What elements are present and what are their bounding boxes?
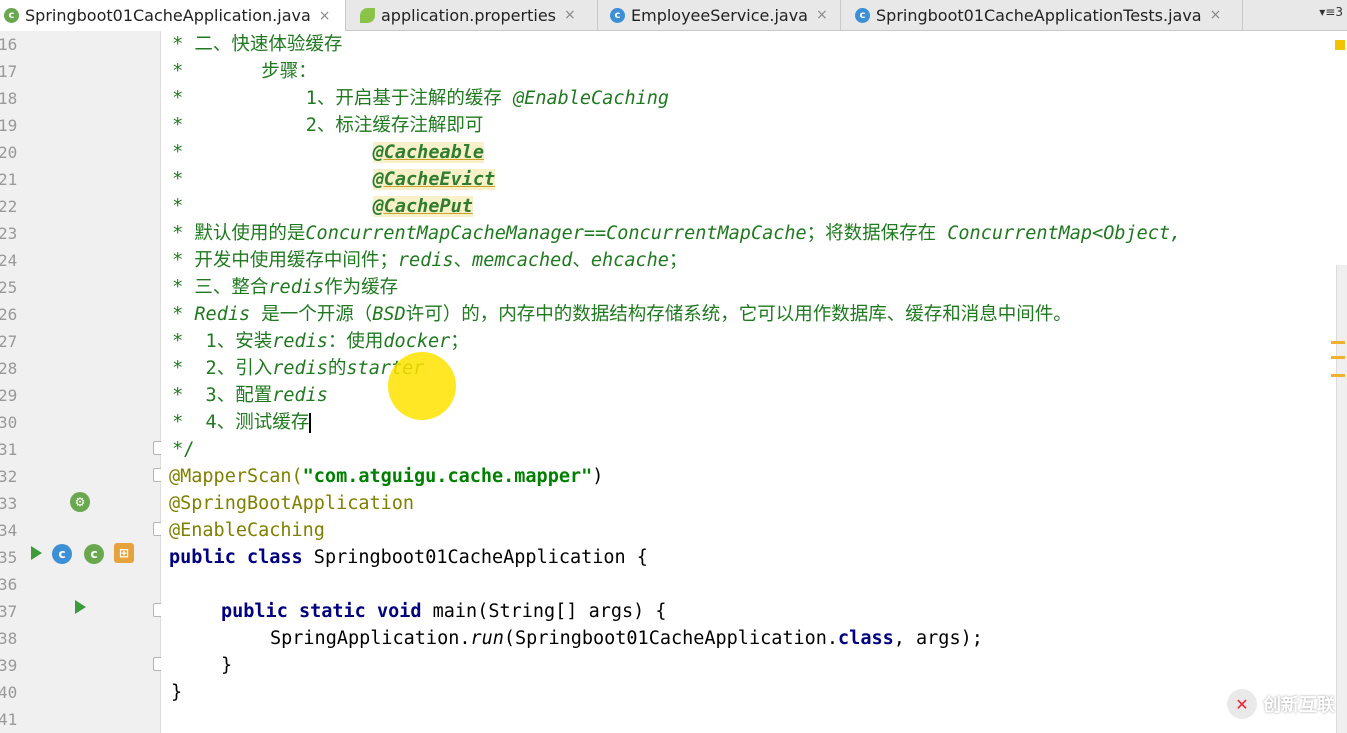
javadoc-tag: @CacheEvict xyxy=(372,169,496,190)
code-line-38: SpringApplication.run(Springboot01CacheA… xyxy=(270,628,983,649)
line-number: 16 xyxy=(0,35,18,54)
code-line-40: } xyxy=(171,682,183,703)
line-number: 29 xyxy=(0,386,18,405)
error-stripe-marker[interactable] xyxy=(1331,356,1345,359)
tab-employee-service[interactable]: c EmployeeService.java × xyxy=(598,0,841,30)
tab-springboot01-cache-application[interactable]: c Springboot01CacheApplication.java × xyxy=(0,0,346,31)
watermark-text: 创新互联 xyxy=(1263,695,1335,716)
line-number: 38 xyxy=(0,629,18,648)
close-icon[interactable]: × xyxy=(816,7,828,23)
line-number: 31 xyxy=(0,440,18,459)
code-line-37: public static void main(String[] args) { xyxy=(221,601,667,622)
text-caret xyxy=(309,413,312,433)
close-icon[interactable]: × xyxy=(319,8,331,24)
code-line-18: * 1、开启基于注解的缓存 @EnableCaching xyxy=(161,88,670,109)
code-line-35: public class Springboot01CacheApplicatio… xyxy=(169,547,648,568)
line-number: 39 xyxy=(0,656,18,675)
line-number: 26 xyxy=(0,305,18,324)
javadoc-tag: @CachePut xyxy=(372,196,473,217)
class-icon: c xyxy=(610,7,625,23)
line-number: 25 xyxy=(0,278,18,297)
watermark: ✕ 创新互联 xyxy=(1227,689,1335,719)
tab-overflow-menu[interactable]: ▾≡3 xyxy=(1319,5,1343,19)
line-number: 30 xyxy=(0,413,18,432)
properties-leaf-icon xyxy=(360,7,375,23)
line-number: 17 xyxy=(0,62,18,81)
mouse-pointer-highlight xyxy=(388,352,456,420)
tab-label: application.properties xyxy=(381,5,556,25)
line-number: 27 xyxy=(0,332,18,351)
tab-label: Springboot01CacheApplication.java xyxy=(25,6,311,25)
editor-tab-bar: c Springboot01CacheApplication.java × ap… xyxy=(0,0,1347,31)
line-number: 23 xyxy=(0,224,18,243)
test-class-icon: c xyxy=(855,7,870,23)
line-number: 21 xyxy=(0,170,18,189)
code-line-19: * 2、标注缓存注解即可 xyxy=(161,115,484,136)
tab-springboot01-cache-application-tests[interactable]: c Springboot01CacheApplicationTests.java… xyxy=(841,0,1243,30)
class-gutter-icon[interactable]: c xyxy=(52,544,72,564)
javadoc-tag: @Cacheable xyxy=(372,142,485,163)
code-editor[interactable]: * 二、快速体验缓存 * 步骤： * 1、开启基于注解的缓存 @EnableCa… xyxy=(161,31,1347,733)
code-line-17: * 步骤： xyxy=(161,61,317,82)
line-number: 35 xyxy=(0,548,18,567)
code-line-22: * @CachePut xyxy=(161,196,473,217)
code-line-20: * @Cacheable xyxy=(161,142,485,163)
close-icon[interactable]: × xyxy=(564,7,576,23)
code-line-25: * 三、整合redis作为缓存 xyxy=(161,277,399,298)
inspection-status-icon[interactable] xyxy=(1335,40,1345,50)
code-line-33: @SpringBootApplication xyxy=(169,493,415,514)
line-number: 22 xyxy=(0,197,18,216)
error-stripe-marker[interactable] xyxy=(1331,341,1345,344)
code-line-39: } xyxy=(221,655,233,676)
code-line-32: @MapperScan("com.atguigu.cache.mapper") xyxy=(169,466,604,487)
line-number: 18 xyxy=(0,89,18,108)
line-number: 37 xyxy=(0,602,18,621)
line-number: 36 xyxy=(0,575,18,594)
code-line-21: * @CacheEvict xyxy=(161,169,496,190)
code-line-16: * 二、快速体验缓存 xyxy=(161,34,343,55)
tab-application-properties[interactable]: application.properties × xyxy=(346,0,598,30)
line-number: 32 xyxy=(0,467,18,486)
spring-bean-icon[interactable]: ⚙ xyxy=(70,492,90,512)
line-number: 40 xyxy=(0,683,18,702)
code-line-29: * 3、配置redis xyxy=(161,385,328,406)
code-line-26: * Redis 是一个开源（BSD许可）的，内存中的数据结构存储系统，它可以用作… xyxy=(161,304,1072,325)
run-main-icon[interactable] xyxy=(75,600,86,614)
code-line-27: * 1、安装redis：使用docker； xyxy=(161,331,469,352)
close-icon[interactable]: × xyxy=(1210,7,1222,23)
code-line-24: * 开发中使用缓存中间件；redis、memcached、ehcache； xyxy=(161,250,688,271)
line-number: 20 xyxy=(0,143,18,162)
spring-class-icon: c xyxy=(4,8,19,23)
tab-label: EmployeeService.java xyxy=(631,5,808,25)
code-line-30: * 4、测试缓存 xyxy=(161,412,312,433)
editor-gutter: 16 17 18 19 20 21 22 23 24 25 26 27 28 29 30 31 32 33 34 35… xyxy=(0,31,165,733)
spring-config-icon[interactable]: c xyxy=(84,544,104,564)
error-stripe-marker[interactable] xyxy=(1331,374,1345,377)
line-number: 24 xyxy=(0,251,18,270)
line-number: 41 xyxy=(0,710,18,729)
vertical-scrollbar[interactable] xyxy=(1336,265,1347,733)
line-number: 28 xyxy=(0,359,18,378)
hierarchy-icon[interactable]: ⊞ xyxy=(114,543,134,563)
code-line-28: * 2、引入redis的starter xyxy=(161,358,425,379)
tab-label: Springboot01CacheApplicationTests.java xyxy=(876,5,1202,25)
line-number: 33 xyxy=(0,494,18,513)
line-number: 19 xyxy=(0,116,18,135)
code-line-23: * 默认使用的是ConcurrentMapCacheManager==Concu… xyxy=(161,223,1182,244)
run-class-icon[interactable] xyxy=(31,546,42,560)
brand-logo-icon: ✕ xyxy=(1227,689,1257,719)
code-line-34: @EnableCaching xyxy=(169,520,325,541)
code-line-31: */ xyxy=(161,439,195,460)
line-number: 34 xyxy=(0,521,18,540)
